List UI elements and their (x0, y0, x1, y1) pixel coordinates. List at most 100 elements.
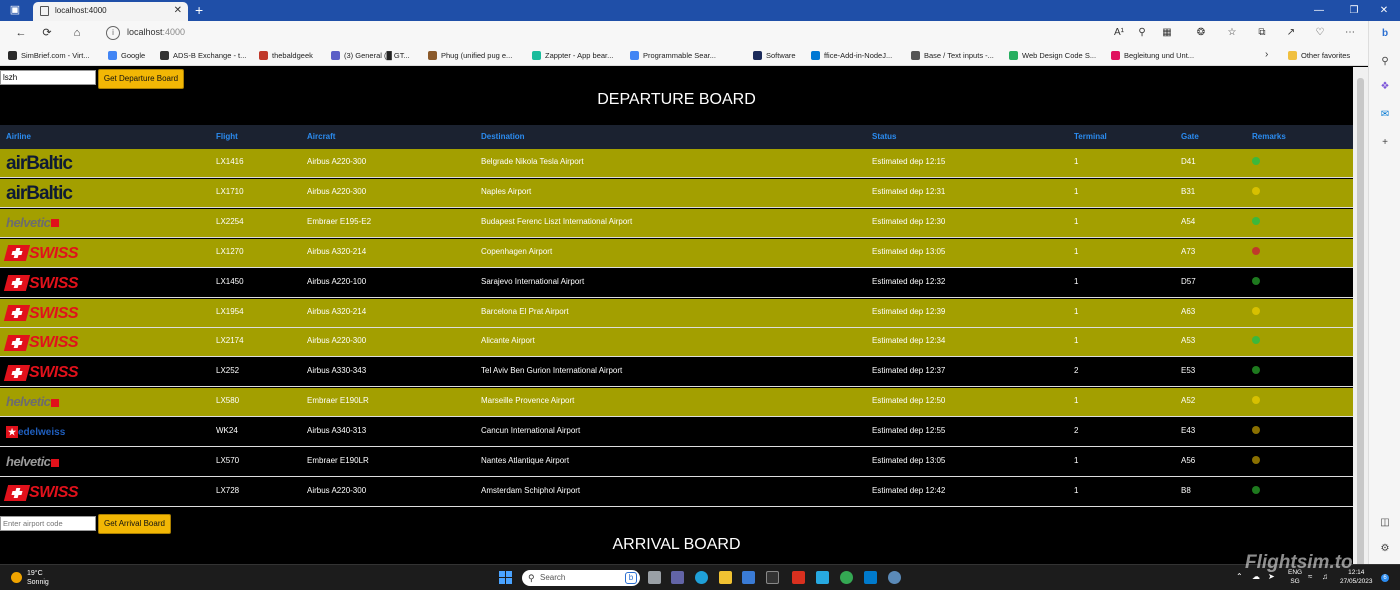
site-info-icon[interactable]: i (106, 26, 120, 40)
gate: A52 (1181, 396, 1196, 406)
swiss-logo: SWISS (3, 333, 79, 353)
gate: E43 (1181, 426, 1196, 436)
settings-app-icon[interactable] (888, 571, 901, 584)
flight-status: Estimated dep 12:34 (872, 336, 946, 346)
scrollbar-thumb[interactable] (1357, 78, 1364, 568)
get-arrival-board-button[interactable]: Get Arrival Board (98, 514, 171, 534)
table-row: ★ edelweiss WK24 Airbus A340-313 Cancun Inte… (0, 418, 1353, 448)
bookmark-item[interactable]: Web Design Code S... (1009, 50, 1096, 62)
bookmark-item[interactable]: Phug (unified pug e... (428, 50, 512, 62)
table-row: airBaltic LX1710 Airbus A220-300 Naples Air… (0, 178, 1353, 208)
bookmark-item[interactable]: (3) General (█ GT... (331, 50, 410, 62)
weather-widget[interactable]: 19°C Sonnig (27, 569, 49, 587)
home-icon[interactable]: ⌂ (70, 26, 84, 40)
weather-text: Sonnig (27, 579, 49, 586)
task-view-icon[interactable] (648, 571, 661, 584)
collections-icon[interactable]: ⧉ (1255, 26, 1269, 40)
chrome-icon[interactable] (840, 571, 853, 584)
remark-status-dot (1252, 306, 1260, 315)
gate: B8 (1181, 485, 1191, 495)
app-flame-icon[interactable] (792, 571, 805, 584)
airline-name: helvetic (6, 214, 51, 230)
airline-name: helvetic (6, 394, 51, 410)
tray-chevron-icon[interactable]: ⌃ (1236, 572, 1243, 581)
bookmark-item[interactable]: SimBrief.com - Virt... (8, 50, 90, 62)
swiss-flag-icon (3, 245, 31, 262)
get-departure-board-button[interactable]: Get Departure Board (98, 69, 184, 89)
flight-status: Estimated dep 12:15 (872, 157, 946, 166)
bookmarks-overflow-icon[interactable]: › (1265, 49, 1268, 60)
bookmark-item[interactable]: Base / Text inputs -... (911, 50, 994, 62)
remark-status-dot (1252, 426, 1260, 435)
bookmark-item[interactable]: thebaldgeek (259, 50, 313, 62)
share-icon[interactable]: ↗ (1284, 26, 1298, 40)
aircraft-type: Airbus A320-214 (307, 246, 367, 256)
bookmark-item[interactable]: Other favorites (1288, 50, 1350, 62)
vscode-icon[interactable] (864, 571, 877, 584)
table-row: SWISS LX252 Airbus A330-343 Tel Aviv Ben Gu… (0, 358, 1353, 388)
more-menu-icon[interactable]: ⋯ (1343, 26, 1357, 40)
terminal-icon[interactable] (766, 571, 779, 584)
page-scrollbar[interactable] (1353, 67, 1368, 568)
close-tab-icon[interactable]: ✕ (174, 2, 182, 19)
minimize-icon[interactable]: — (1305, 0, 1333, 21)
app-blue-icon[interactable] (816, 571, 829, 584)
edge-icon[interactable] (695, 571, 708, 584)
bookmark-item[interactable]: ADS-B Exchange - t... (160, 50, 246, 62)
sidebar-search-icon[interactable]: ⚲ (1378, 55, 1392, 69)
zoom-icon[interactable]: ⚲ (1135, 26, 1149, 40)
browser-essentials-icon[interactable]: ♡ (1313, 26, 1327, 40)
destination: Barcelona El Prat Airport (481, 306, 569, 316)
table-row: airBaltic LX1416 Airbus A220-300 Belgrade N… (0, 149, 1353, 178)
helvetic-logo: helvetic (6, 453, 60, 473)
sun-icon[interactable] (11, 572, 22, 583)
bing-copilot-icon[interactable]: b (1378, 27, 1392, 41)
terminal: 1 (1074, 186, 1079, 196)
sidebar-toggle-icon[interactable]: ◫ (1378, 516, 1392, 530)
bookmark-item[interactable]: Google (108, 50, 145, 62)
column-aircraft: Aircraft (307, 132, 336, 141)
departure-airport-input[interactable] (0, 70, 96, 85)
sidebar-tools-icon[interactable]: ❖ (1378, 80, 1392, 94)
terminal: 1 (1074, 157, 1079, 166)
read-aloud-icon[interactable]: A¹ (1112, 26, 1126, 40)
flight-number: LX2254 (216, 216, 244, 226)
close-window-icon[interactable]: ✕ (1370, 0, 1398, 21)
flight-number: LX728 (216, 485, 240, 495)
notification-badge[interactable]: 6 (1381, 574, 1389, 582)
terminal: 1 (1074, 336, 1079, 346)
arrival-airport-input[interactable] (0, 516, 96, 531)
bookmark-item[interactable]: ffice-Add-in-NodeJ... (811, 50, 892, 62)
sidebar-add-icon[interactable]: + (1378, 136, 1392, 150)
tab-actions-icon[interactable]: ▣ (6, 3, 24, 18)
swiss-logo: SWISS (3, 244, 79, 264)
destination: Nantes Atlantique Airport (481, 456, 570, 465)
url-field[interactable]: localhost:4000 (127, 27, 185, 37)
bookmark-item[interactable]: Begleitung und Unt... (1111, 50, 1194, 62)
airline-name: SWISS (29, 244, 79, 262)
teams-chat-icon[interactable] (671, 571, 684, 584)
favorites-icon[interactable]: ☆ (1225, 26, 1239, 40)
refresh-icon[interactable]: ⟳ (40, 26, 54, 40)
gate: A56 (1181, 456, 1196, 465)
bookmark-item[interactable]: Software (753, 50, 796, 62)
gate: E53 (1181, 366, 1196, 376)
taskbar-search[interactable]: ⚲ Search b (522, 570, 640, 586)
file-explorer-icon[interactable] (719, 571, 732, 584)
app-available-icon[interactable]: ▦ (1160, 26, 1174, 40)
helvetic-logo: helvetic (6, 393, 60, 413)
bookmark-item[interactable]: Programmable Sear... (630, 50, 716, 62)
new-tab-icon[interactable]: + (195, 2, 203, 18)
terminal: 1 (1074, 396, 1079, 406)
back-icon[interactable]: ← (14, 26, 28, 40)
gate: B31 (1181, 186, 1196, 196)
start-icon[interactable] (499, 571, 512, 584)
extensions-icon[interactable]: ❂ (1194, 26, 1208, 40)
bookmark-item[interactable]: Zappter - App bear... (532, 50, 613, 62)
store-icon[interactable] (742, 571, 755, 584)
maximize-icon[interactable]: ❐ (1340, 0, 1368, 21)
destination: Cancun International Airport (481, 426, 581, 436)
browser-tab[interactable]: localhost:4000 ✕ (33, 2, 188, 21)
outlook-icon[interactable]: ✉ (1378, 108, 1392, 122)
sidebar-settings-icon[interactable]: ⚙ (1378, 542, 1392, 556)
